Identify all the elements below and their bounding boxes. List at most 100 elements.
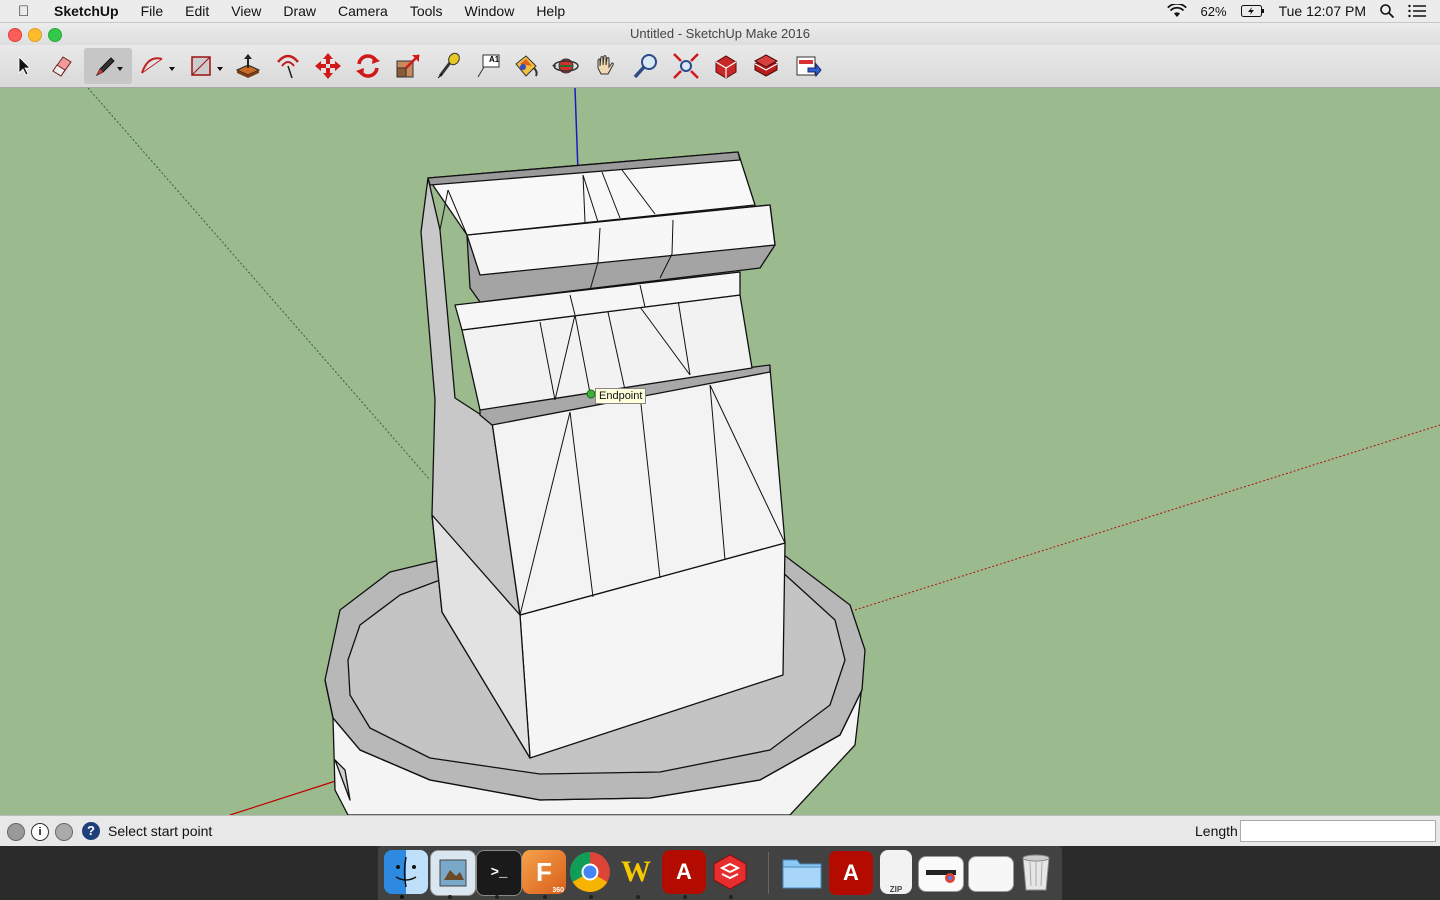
line-tool[interactable]	[84, 48, 132, 84]
model-canvas[interactable]	[0, 88, 1440, 815]
battery-percent: 62%	[1200, 3, 1227, 19]
apple-menu-icon[interactable]: 	[18, 3, 38, 20]
measurement-input[interactable]	[1240, 820, 1436, 842]
running-indicator	[636, 895, 640, 899]
arc-icon	[141, 57, 175, 74]
zip-archive-icon[interactable]: ZIP	[880, 850, 912, 894]
status-bar: i ? Select start point Length	[0, 815, 1440, 846]
wifi-icon[interactable]	[1166, 4, 1187, 18]
clock[interactable]: Tue 12:07 PM	[1279, 3, 1366, 19]
folder-icon[interactable]	[780, 850, 824, 894]
rectangle-tool[interactable]	[186, 48, 228, 84]
send-to-layout-icon	[796, 56, 822, 78]
title-bar[interactable]: Untitled - SketchUp Make 2016	[0, 23, 1440, 45]
arc-tool[interactable]	[136, 48, 178, 84]
offset-tool[interactable]	[270, 48, 306, 84]
orbit-tool[interactable]	[548, 48, 584, 84]
close-button[interactable]	[8, 28, 22, 42]
status-message: Select start point	[108, 823, 213, 839]
instructor-help-icon[interactable]: ?	[82, 822, 100, 840]
app-window-icon[interactable]	[968, 856, 1014, 892]
scale-icon	[396, 54, 420, 78]
credits-icon[interactable]: i	[31, 823, 49, 841]
move-icon	[315, 53, 341, 79]
running-indicator	[589, 895, 593, 899]
fusion-360-icon[interactable]: F 360	[522, 850, 566, 894]
rotate-tool[interactable]	[350, 48, 386, 84]
pan-tool[interactable]	[588, 48, 624, 84]
terminal-icon[interactable]: >_	[476, 850, 522, 896]
3d-warehouse-icon	[715, 55, 737, 79]
menu-edit[interactable]: Edit	[185, 3, 209, 19]
fusion-360-badge: 360	[552, 887, 564, 894]
menu-help[interactable]: Help	[536, 3, 565, 19]
menu-tools[interactable]: Tools	[410, 3, 443, 19]
menu-bar:  SketchUp File Edit View Draw Camera To…	[0, 0, 1440, 23]
red-axis-line	[854, 424, 1440, 611]
minimize-button[interactable]	[28, 28, 42, 42]
drawing-viewport[interactable]: Endpoint	[0, 88, 1440, 815]
spotlight-icon[interactable]	[1380, 4, 1394, 18]
user-account-icon[interactable]	[55, 823, 73, 841]
scale-tool[interactable]	[390, 48, 426, 84]
getting-started-toolbar: A1	[0, 45, 1440, 88]
zoom-extents-tool[interactable]	[668, 48, 704, 84]
extension-warehouse-tool[interactable]	[748, 48, 784, 84]
offset-icon	[277, 54, 299, 79]
menu-draw[interactable]: Draw	[283, 3, 316, 19]
sketchup-window: Untitled - SketchUp Make 2016 A1 Endpoin…	[0, 23, 1440, 846]
arcade-body[interactable]	[420, 151, 786, 759]
eraser-icon	[52, 56, 72, 77]
text-tool-label: A1	[489, 55, 500, 64]
battery-icon[interactable]	[1240, 5, 1265, 17]
move-tool[interactable]	[310, 48, 346, 84]
acrobat-document-icon[interactable]: A	[828, 850, 874, 896]
acrobat-icon[interactable]: A	[662, 850, 706, 894]
running-indicator	[448, 895, 452, 899]
pencil-icon	[95, 57, 123, 77]
menu-file[interactable]: File	[141, 3, 164, 19]
notification-center-icon[interactable]	[1408, 4, 1426, 18]
measurement-label: Length	[1195, 823, 1238, 839]
rectangle-icon	[191, 56, 223, 76]
magnifier-icon	[633, 54, 657, 79]
dock: >_ F 360 W A A ZIP	[378, 846, 1062, 900]
zoom-extents-icon	[673, 53, 699, 79]
trash-icon[interactable]	[1014, 850, 1058, 894]
app-menu[interactable]: SketchUp	[54, 3, 119, 19]
window-title: Untitled - SketchUp Make 2016	[630, 26, 810, 41]
preview-icon[interactable]	[430, 850, 476, 896]
text-tool[interactable]: A1	[470, 48, 506, 84]
chrome-icon[interactable]	[568, 850, 612, 894]
blue-axis-line	[574, 88, 579, 173]
extension-warehouse-icon	[753, 54, 779, 77]
tape-measure-tool[interactable]	[430, 48, 466, 84]
hand-icon	[597, 55, 614, 75]
layout-tool[interactable]	[790, 48, 826, 84]
menu-window[interactable]: Window	[465, 3, 515, 19]
chrome-window-icon[interactable]	[918, 856, 964, 892]
eraser-tool[interactable]	[44, 48, 80, 84]
running-indicator	[495, 895, 499, 899]
green-axis-line	[87, 88, 431, 481]
endpoint-marker	[586, 389, 596, 399]
geolocation-icon[interactable]	[7, 823, 25, 841]
wunderlist-icon[interactable]: W	[614, 850, 658, 894]
red-axis-solid	[229, 777, 346, 815]
menu-view[interactable]: View	[231, 3, 261, 19]
rotate-icon	[356, 54, 380, 78]
inference-tooltip: Endpoint	[595, 388, 647, 404]
select-tool[interactable]	[6, 48, 42, 84]
zoom-button[interactable]	[48, 28, 62, 42]
sketchup-dock-icon[interactable]	[708, 850, 752, 894]
arrow-cursor-icon	[18, 56, 31, 76]
menu-camera[interactable]: Camera	[338, 3, 388, 19]
orbit-icon	[552, 58, 579, 74]
running-indicator	[543, 895, 547, 899]
push-pull-tool[interactable]	[230, 48, 266, 84]
warehouse-tool[interactable]	[708, 48, 744, 84]
finder-icon[interactable]	[384, 850, 428, 894]
zoom-tool[interactable]	[628, 48, 664, 84]
paint-bucket-tool[interactable]	[508, 48, 544, 84]
paint-bucket-icon	[515, 55, 538, 77]
